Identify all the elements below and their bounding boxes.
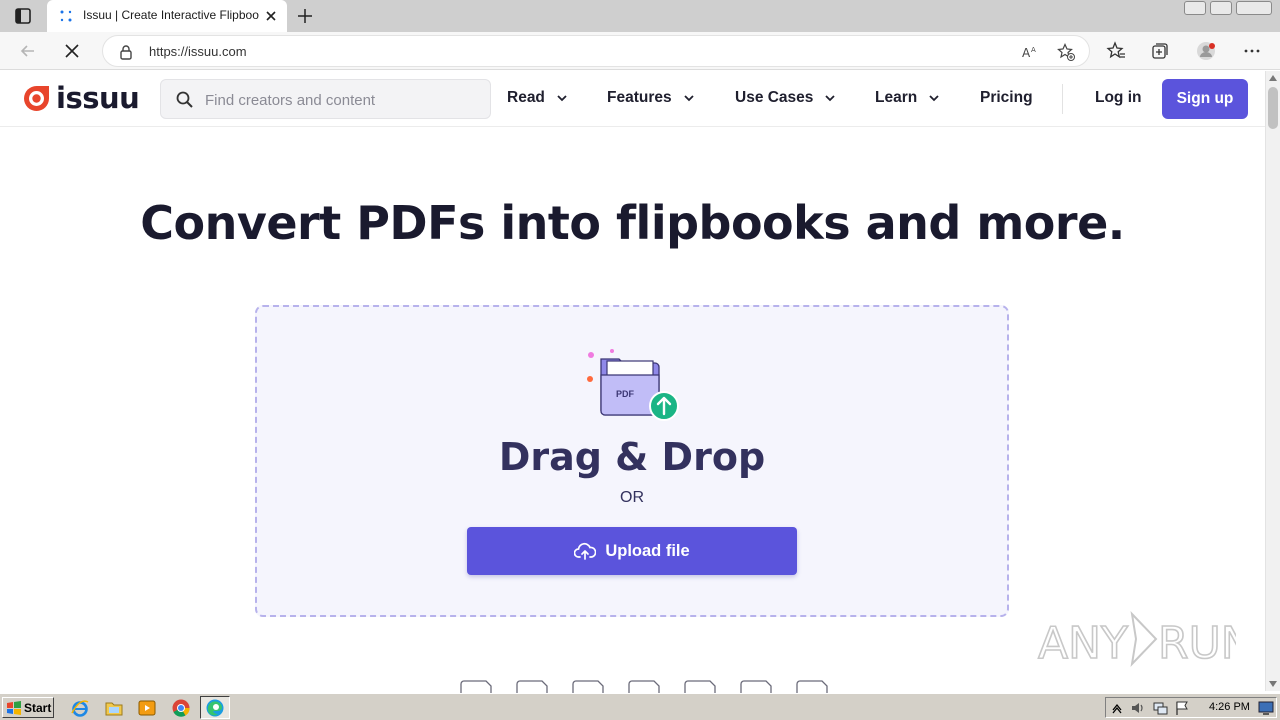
upload-file-button[interactable]: Upload file [467,527,797,575]
logo-text: issuu [56,81,140,115]
ie-icon[interactable] [70,698,90,718]
collections-icon[interactable] [1150,41,1170,61]
taskbar: Start 4:26 PM [0,693,1280,720]
network-icon[interactable] [1152,700,1168,716]
upload-dropzone[interactable]: PDF Drag & Drop OR Upload file [255,305,1009,617]
stop-loading-icon[interactable] [62,41,82,61]
folder-pdf-label: PDF [616,389,635,399]
header-divider [1062,84,1063,114]
scrollbar-thumb[interactable] [1268,87,1278,129]
document-icon [684,680,716,694]
scroll-down-icon[interactable] [1269,681,1277,687]
cloud-upload-icon [574,542,597,560]
file-type-icons [460,680,840,694]
nav-pricing[interactable]: Pricing [980,89,1033,107]
folder-upload-icon: PDF [587,349,679,421]
nav-features[interactable]: Features [607,89,694,107]
document-icon [740,680,772,694]
signup-button[interactable]: Sign up [1162,79,1248,119]
lock-icon[interactable] [119,44,133,60]
document-icon [516,680,548,694]
taskbar-edge-active[interactable] [200,696,230,719]
system-tray: 4:26 PM [1105,697,1277,718]
start-label: Start [24,700,52,715]
tab-actions-icon[interactable] [12,6,34,26]
svg-text:RUN: RUN [1158,618,1236,669]
media-player-icon[interactable] [137,698,157,718]
document-icon [460,680,492,694]
url-text[interactable]: https://issuu.com [149,44,247,59]
search-input[interactable] [205,89,475,111]
issuu-logo[interactable]: issuu [23,81,140,115]
nav-pricing-label: Pricing [980,89,1033,106]
scroll-up-icon[interactable] [1269,75,1277,81]
add-favorite-icon[interactable] [1057,43,1075,61]
upload-file-label: Upload file [605,541,690,560]
close-icon[interactable] [263,8,279,24]
tab-title: Issuu | Create Interactive Flipbooks [83,8,259,22]
action-center-icon[interactable] [1174,700,1190,716]
browser-toolbar: https://issuu.com A A [0,32,1280,70]
page-title: Convert PDFs into flipbooks and more. [140,196,1125,250]
nav-use-cases-label: Use Cases [735,89,814,106]
document-icon [796,680,828,694]
issuu-logo-icon [24,85,49,111]
address-bar[interactable]: https://issuu.com A A [102,35,1090,67]
chevron-down-icon [683,94,694,101]
close-window-button[interactable] [1236,1,1272,15]
favorites-icon[interactable] [1106,41,1126,61]
chevron-down-icon [557,94,567,101]
speaker-icon[interactable] [1130,700,1146,716]
nav-use-cases[interactable]: Use Cases [735,89,836,107]
back-arrow-icon[interactable] [18,41,38,61]
read-aloud-icon[interactable]: A A [1021,43,1039,61]
plus-icon[interactable] [295,6,315,26]
login-link[interactable]: Log in [1095,89,1142,107]
explorer-icon[interactable] [104,698,124,718]
nav-learn-label: Learn [875,89,918,106]
more-icon[interactable] [1242,41,1262,61]
document-icon [572,680,604,694]
document-icon [628,680,660,694]
nav-features-label: Features [607,89,672,106]
anyrun-watermark: ANY RUN [1037,611,1236,670]
drag-drop-title: Drag & Drop [498,435,766,479]
svg-text:ANY: ANY [1038,618,1128,669]
restore-button[interactable] [1210,1,1232,15]
search-box[interactable] [160,79,491,119]
loading-spinner-icon [60,10,72,22]
browser-tab-active[interactable]: Issuu | Create Interactive Flipbooks [47,0,287,32]
minimize-button[interactable] [1184,1,1206,15]
or-separator: OR [620,489,644,506]
profile-avatar-icon[interactable] [1196,41,1216,61]
nav-read-label: Read [507,89,545,106]
windows-flag-icon [7,700,21,715]
nav-read[interactable]: Read [507,89,567,107]
site-header: issuu Read Features Use Cases Learn Pric… [0,71,1265,127]
start-button[interactable]: Start [2,697,54,718]
chrome-icon[interactable] [171,698,191,718]
nav-learn[interactable]: Learn [875,89,939,107]
page-scrollbar[interactable] [1265,71,1280,691]
search-icon [176,91,193,108]
edge-icon [206,699,224,717]
clock[interactable]: 4:26 PM [1209,701,1250,713]
chevron-down-icon [929,94,939,101]
browser-tab-strip: Issuu | Create Interactive Flipbooks [0,0,1280,32]
monitor-icon[interactable] [1258,700,1274,716]
chevron-down-icon [825,94,836,101]
show-hidden-icons-icon[interactable] [1109,700,1125,716]
svg-text:A: A [1022,46,1031,60]
svg-text:A: A [1031,46,1036,54]
